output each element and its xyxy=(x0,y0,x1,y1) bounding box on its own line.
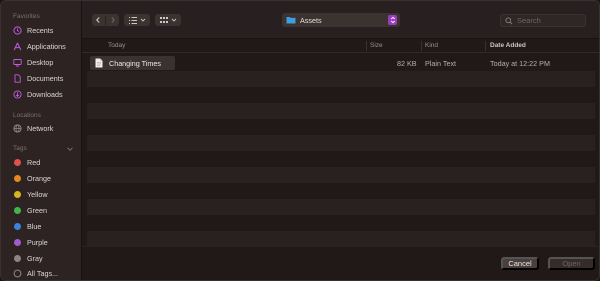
sidebar-tag-orange[interactable]: Orange xyxy=(13,172,79,184)
tag-dot-icon xyxy=(14,158,21,166)
location-label: Assets xyxy=(300,15,322,25)
empty-row xyxy=(87,167,595,183)
sidebar-item-label: Desktop xyxy=(27,57,54,67)
tag-dot-icon xyxy=(14,206,21,214)
chevron-down-icon[interactable] xyxy=(66,145,74,153)
sidebar-item-downloads[interactable]: Downloads xyxy=(13,88,79,100)
sidebar-item-label: Blue xyxy=(27,221,42,231)
sidebar-item-label: Green xyxy=(27,205,47,215)
column-divider[interactable] xyxy=(366,41,367,51)
sidebar-item-label: Network xyxy=(27,123,54,133)
empty-row xyxy=(87,135,595,151)
tags-section-title: Tags xyxy=(13,145,27,152)
sidebar-item-label: All Tags... xyxy=(27,268,59,278)
navigation-buttons xyxy=(92,14,119,26)
column-divider[interactable] xyxy=(421,41,422,51)
tag-dot-icon xyxy=(14,238,21,246)
file-list: Changing Times 82 KB Plain Text Today at… xyxy=(87,55,595,247)
forward-icon[interactable] xyxy=(108,15,118,25)
text-file-icon xyxy=(95,58,103,68)
sidebar-item-recents[interactable]: Recents xyxy=(13,24,79,36)
sidebar-tag-purple[interactable]: Purple xyxy=(13,236,79,248)
desktop-icon xyxy=(13,58,22,67)
sidebar-tag-green[interactable]: Green xyxy=(13,204,79,216)
clock-icon xyxy=(13,25,22,35)
location-popup[interactable]: Assets xyxy=(282,13,400,27)
sidebar-item-label: Gray xyxy=(27,253,43,263)
search-icon xyxy=(505,16,513,25)
sidebar-item-label: Purple xyxy=(27,237,48,247)
open-button[interactable]: Open xyxy=(548,257,595,270)
tag-dot-icon xyxy=(14,190,21,198)
column-divider[interactable] xyxy=(485,41,486,51)
open-file-dialog: Favorites Recents Applications Desktop D… xyxy=(0,0,600,281)
locations-section-title: Locations xyxy=(13,112,41,119)
tag-dot-icon xyxy=(14,254,21,262)
table-row[interactable]: Changing Times 82 KB Plain Text Today at… xyxy=(87,55,595,71)
empty-row xyxy=(87,231,595,247)
search-field[interactable] xyxy=(500,14,586,27)
folder-icon xyxy=(286,16,296,24)
back-icon[interactable] xyxy=(93,15,103,25)
sidebar-item-label: Downloads xyxy=(27,89,63,99)
file-name: Changing Times xyxy=(109,59,161,68)
file-size: 82 KB xyxy=(397,59,417,68)
sidebar-item-label: Yellow xyxy=(27,189,48,199)
sidebar-all-tags[interactable]: All Tags... xyxy=(13,267,79,279)
sidebar-tag-gray[interactable]: Gray xyxy=(13,252,79,264)
column-header: Today Size Kind Date Added xyxy=(82,39,599,53)
all-tags-icon xyxy=(13,269,22,278)
stepper-icon xyxy=(388,15,397,25)
file-date-added: Today at 12:22 PM xyxy=(490,59,550,68)
empty-row xyxy=(87,215,595,231)
sidebar: Favorites Recents Applications Desktop D… xyxy=(1,1,82,280)
favorites-section-title: Favorites xyxy=(13,13,40,20)
sidebar-tag-red[interactable]: Red xyxy=(13,156,79,168)
sidebar-item-label: Applications xyxy=(27,41,66,51)
sidebar-item-desktop[interactable]: Desktop xyxy=(13,56,79,68)
tag-dot-icon xyxy=(14,222,21,230)
chevron-down-icon xyxy=(140,17,146,23)
search-input[interactable] xyxy=(517,16,583,25)
applications-icon xyxy=(13,42,22,51)
empty-row xyxy=(87,183,595,199)
empty-row xyxy=(87,119,595,135)
column-size[interactable]: Size xyxy=(370,42,383,49)
column-name[interactable]: Today xyxy=(108,42,125,49)
empty-row xyxy=(87,103,595,119)
sidebar-item-label: Documents xyxy=(27,73,64,83)
dialog-footer: Cancel Open xyxy=(82,246,599,280)
empty-row xyxy=(87,151,595,167)
list-view-button[interactable] xyxy=(124,14,150,26)
sidebar-item-documents[interactable]: Documents xyxy=(13,72,79,84)
sidebar-item-label: Orange xyxy=(27,173,51,183)
globe-icon xyxy=(13,123,22,133)
cancel-button[interactable]: Cancel xyxy=(501,257,539,270)
column-date-added[interactable]: Date Added xyxy=(490,42,526,49)
sidebar-item-network[interactable]: Network xyxy=(13,122,79,134)
sidebar-item-label: Recents xyxy=(27,25,54,35)
chevron-down-icon xyxy=(171,17,177,23)
empty-row xyxy=(87,71,595,87)
column-kind[interactable]: Kind xyxy=(425,42,438,49)
sidebar-tag-blue[interactable]: Blue xyxy=(13,220,79,232)
download-icon xyxy=(13,89,22,99)
sidebar-item-label: Red xyxy=(27,157,41,167)
toolbar: Assets xyxy=(82,1,599,39)
empty-row xyxy=(87,87,595,103)
tag-dot-icon xyxy=(14,174,21,182)
file-kind: Plain Text xyxy=(425,59,457,68)
grid-view-icon xyxy=(159,16,169,25)
sidebar-tag-yellow[interactable]: Yellow xyxy=(13,188,79,200)
list-view-icon xyxy=(128,16,138,25)
document-icon xyxy=(13,73,22,83)
sidebar-item-applications[interactable]: Applications xyxy=(13,40,79,52)
grid-view-button[interactable] xyxy=(155,14,181,26)
empty-row xyxy=(87,199,595,215)
